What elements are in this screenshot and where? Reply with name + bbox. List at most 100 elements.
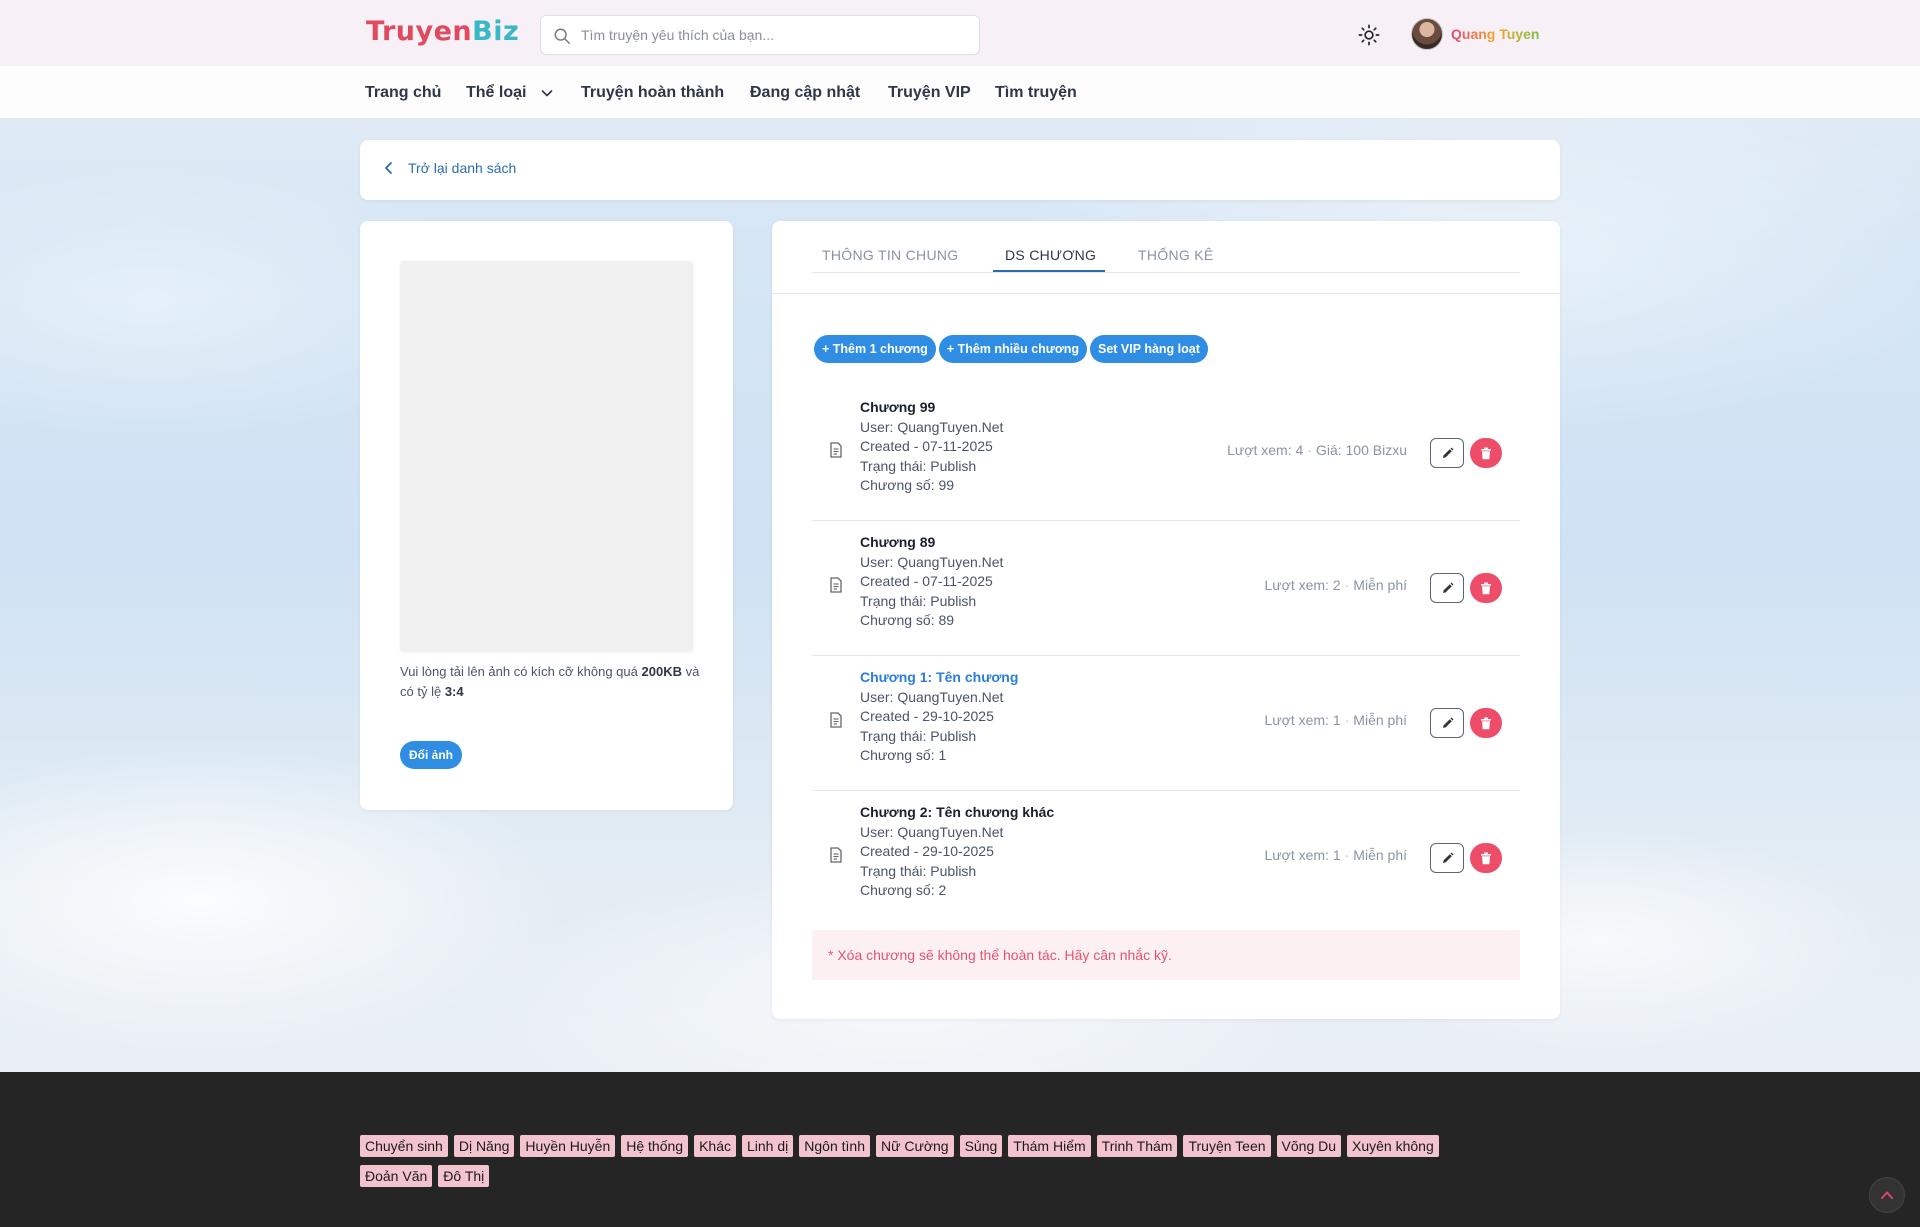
- genre-tag[interactable]: Nữ Cường: [875, 1135, 954, 1157]
- genre-tag[interactable]: Đô Thị: [438, 1165, 490, 1187]
- delete-warning: * Xóa chương sẽ không thể hoàn tác. Hãy …: [812, 930, 1520, 980]
- edit-chapter-button[interactable]: [1430, 438, 1464, 468]
- tab-general-info[interactable]: THÔNG TIN CHUNG: [822, 247, 958, 263]
- genre-tag[interactable]: Linh dị: [742, 1135, 794, 1157]
- nav-item-updating[interactable]: Đang cập nhật: [750, 84, 860, 102]
- cover-card: Vui lòng tải lên ảnh có kích cỡ không qu…: [360, 221, 733, 810]
- chevron-down-icon: [541, 89, 553, 97]
- nav-item-completed[interactable]: Truyện hoàn thành: [581, 84, 724, 102]
- chapter-info: Chương 1: Tên chương User: QuangTuyen.Ne…: [860, 668, 1018, 766]
- cover-image-placeholder[interactable]: [400, 261, 693, 651]
- chapter-created: Created - 29-10-2025: [860, 843, 994, 860]
- chapter-user: User: QuangTuyen.Net: [860, 553, 1004, 570]
- change-image-button[interactable]: Đổi ảnh: [400, 741, 462, 769]
- set-vip-bulk-button[interactable]: Set VIP hàng loạt: [1090, 335, 1208, 363]
- back-card: Trở lại danh sách: [360, 140, 1560, 200]
- chapter-views: Lượt xem: 1: [1264, 847, 1341, 863]
- delete-chapter-button[interactable]: [1470, 708, 1502, 738]
- chapter-list: Chương 99 User: QuangTuyen.Net Created -…: [812, 386, 1520, 926]
- nav-item-search[interactable]: Tìm truyện: [995, 84, 1077, 102]
- sun-icon[interactable]: [1358, 24, 1380, 46]
- back-link-label: Trở lại danh sách: [408, 160, 517, 176]
- delete-chapter-button[interactable]: [1470, 573, 1502, 603]
- delete-chapter-button[interactable]: [1470, 843, 1502, 873]
- delete-chapter-button[interactable]: [1470, 438, 1502, 468]
- genre-tag[interactable]: Truyện Teen: [1183, 1135, 1271, 1157]
- chapter-meta: Lượt xem: 1 · Miễn phí: [1264, 847, 1407, 863]
- chapter-row: Chương 2: Tên chương khác User: QuangTuy…: [812, 791, 1520, 926]
- upload-note-size: 200KB: [641, 664, 682, 679]
- tab-statistics[interactable]: THỐNG KÊ: [1138, 247, 1214, 263]
- add-one-chapter-button[interactable]: + Thêm 1 chương: [814, 335, 936, 363]
- tab-chapter-list[interactable]: DS CHƯƠNG: [1005, 247, 1096, 263]
- chapter-price: Giá: 100 Bizxu: [1315, 442, 1407, 458]
- chapter-status: Trạng thái: Publish: [860, 457, 977, 474]
- add-many-chapters-button[interactable]: + Thêm nhiều chương: [938, 335, 1087, 363]
- genre-tag[interactable]: Đoản Văn: [360, 1165, 433, 1187]
- username[interactable]: Quang Tuyen: [1451, 26, 1539, 42]
- genre-tag[interactable]: Khác: [694, 1135, 736, 1157]
- avatar[interactable]: [1411, 18, 1443, 50]
- chapter-number: Chương số: 89: [860, 612, 955, 629]
- nav-item-genres[interactable]: Thể loại: [466, 84, 553, 102]
- genre-tags: Chuyển sinh Dị Năng Huyền Huyễn Hệ thống Khá…: [360, 1135, 1580, 1195]
- genre-tag[interactable]: Huyền Huyễn: [520, 1135, 616, 1157]
- genre-tag[interactable]: Võng Du: [1276, 1135, 1342, 1157]
- chapters-card: THÔNG TIN CHUNG DS CHƯƠNG THỐNG KÊ + Thê…: [772, 221, 1560, 1019]
- document-icon: [830, 712, 842, 728]
- chapter-info: Chương 2: Tên chương khác User: QuangTuy…: [860, 803, 1054, 901]
- search-input[interactable]: [581, 16, 971, 54]
- genre-tag[interactable]: Chuyển sinh: [360, 1135, 448, 1157]
- chapter-views: Lượt xem: 2: [1264, 577, 1341, 593]
- nav-item-home[interactable]: Trang chủ: [365, 84, 441, 102]
- chapter-title[interactable]: Chương 89: [860, 533, 1003, 553]
- genre-tag[interactable]: Dị Năng: [453, 1135, 515, 1157]
- chapter-status: Trạng thái: Publish: [860, 727, 977, 744]
- chapter-title[interactable]: Chương 99: [860, 398, 1003, 418]
- trash-icon: [1481, 717, 1491, 729]
- document-icon: [830, 442, 842, 458]
- chapter-price: Miễn phí: [1353, 847, 1407, 863]
- genre-tag[interactable]: Trinh Thám: [1096, 1135, 1178, 1157]
- chapter-info: Chương 99 User: QuangTuyen.Net Created -…: [860, 398, 1003, 496]
- genre-tag[interactable]: Hệ thống: [621, 1135, 689, 1157]
- chapter-views: Lượt xem: 4: [1227, 442, 1304, 458]
- chapter-price: Miễn phí: [1353, 712, 1407, 728]
- pencil-icon: [1442, 582, 1453, 593]
- divider: [772, 293, 1560, 294]
- upload-note-ratio: 3:4: [444, 684, 464, 699]
- genre-tag[interactable]: Xuyên không: [1347, 1135, 1439, 1157]
- scroll-to-top-button[interactable]: [1869, 1177, 1905, 1213]
- chapter-meta: Lượt xem: 1 · Miễn phí: [1264, 712, 1407, 728]
- pencil-icon: [1442, 717, 1453, 728]
- chapter-info: Chương 89 User: QuangTuyen.Net Created -…: [860, 533, 1003, 631]
- chapter-created: Created - 07-11-2025: [860, 573, 993, 590]
- chapter-number: Chương số: 2: [860, 882, 947, 899]
- logo[interactable]: TruyenBiz: [366, 16, 519, 47]
- active-tab-indicator: [993, 270, 1105, 272]
- action-buttons: + Thêm 1 chương + Thêm nhiều chương Set …: [814, 335, 1208, 363]
- edit-chapter-button[interactable]: [1430, 708, 1464, 738]
- chapter-number: Chương số: 99: [860, 477, 955, 494]
- genre-tag[interactable]: Thám Hiểm: [1008, 1135, 1091, 1157]
- logo-part-2: Biz: [472, 16, 520, 47]
- main-nav: Trang chủ Thể loại Truyện hoàn thành Đan…: [0, 66, 1920, 119]
- chapter-created: Created - 07-11-2025: [860, 438, 993, 455]
- footer: Chuyển sinh Dị Năng Huyền Huyễn Hệ thống Khá…: [0, 1072, 1920, 1227]
- back-to-list-link[interactable]: Trở lại danh sách: [382, 160, 516, 176]
- chapter-title[interactable]: Chương 2: Tên chương khác: [860, 803, 1054, 823]
- edit-chapter-button[interactable]: [1430, 573, 1464, 603]
- nav-item-vip[interactable]: Truyện VIP: [888, 84, 971, 102]
- edit-chapter-button[interactable]: [1430, 843, 1464, 873]
- pencil-icon: [1442, 447, 1453, 458]
- chapter-row: Chương 1: Tên chương User: QuangTuyen.Ne…: [812, 656, 1520, 791]
- chapter-title[interactable]: Chương 1: Tên chương: [860, 668, 1018, 688]
- chapter-row: Chương 89 User: QuangTuyen.Net Created -…: [812, 521, 1520, 656]
- genre-tag[interactable]: Sủng: [959, 1135, 1003, 1157]
- upload-note-prefix: Vui lòng tải lên ảnh có kích cỡ không qu…: [400, 664, 638, 679]
- pencil-icon: [1442, 852, 1453, 863]
- chapter-user: User: QuangTuyen.Net: [860, 418, 1004, 435]
- genre-tag[interactable]: Ngôn tình: [799, 1135, 870, 1157]
- chapter-status: Trạng thái: Publish: [860, 592, 977, 609]
- trash-icon: [1481, 852, 1491, 864]
